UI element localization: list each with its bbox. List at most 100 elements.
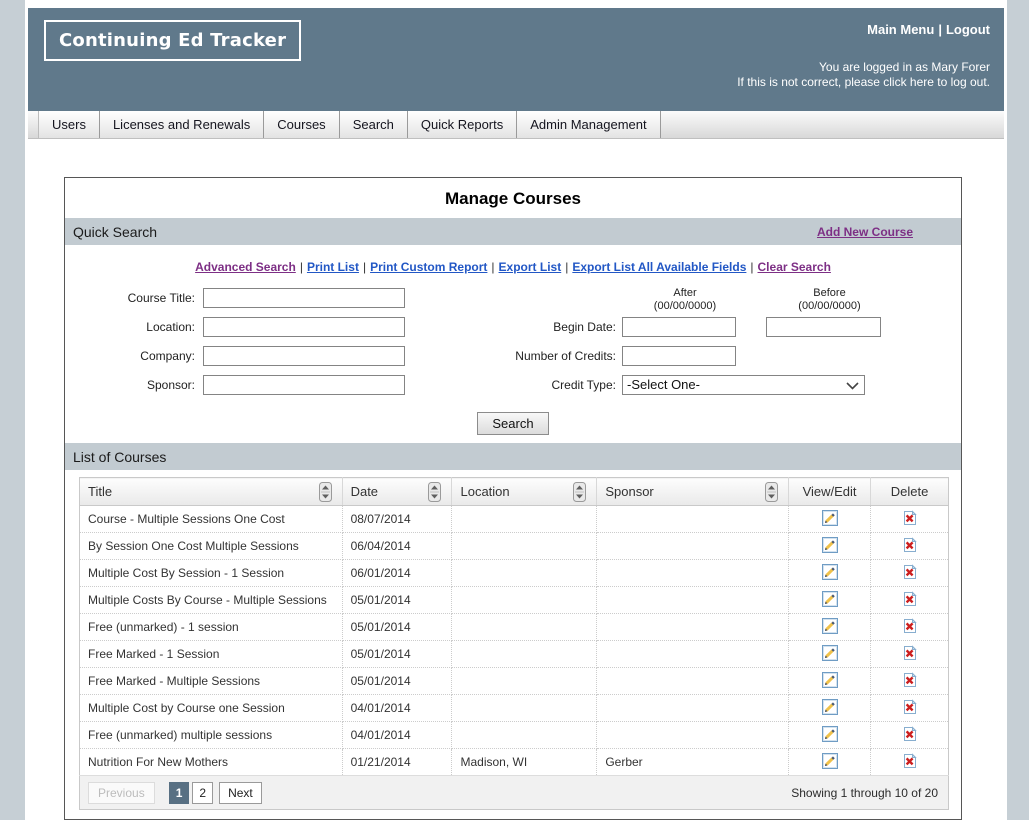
edit-icon[interactable] — [822, 537, 838, 553]
quick-search-bar: Quick Search Add New Course — [65, 218, 961, 245]
credit-type-select[interactable]: -Select One- — [622, 375, 865, 395]
course-title-label: Course Title: — [65, 291, 203, 305]
sort-icon[interactable] — [765, 482, 778, 502]
action-link-clear-search[interactable]: Clear Search — [758, 260, 831, 274]
pagination: Previous 1 2 Next — [88, 782, 262, 804]
app-header: Continuing Ed Tracker Main Menu|Logout Y… — [28, 8, 1004, 111]
delete-icon[interactable] — [902, 618, 918, 634]
action-link-print-custom-report[interactable]: Print Custom Report — [370, 260, 487, 274]
app-logo: Continuing Ed Tracker — [44, 20, 301, 61]
course-location-cell — [452, 506, 597, 533]
delete-icon[interactable] — [902, 699, 918, 715]
table-row: Nutrition For New Mothers 01/21/2014 Mad… — [80, 749, 949, 776]
edit-icon[interactable] — [822, 672, 838, 688]
edit-icon[interactable] — [822, 699, 838, 715]
course-location-cell — [452, 695, 597, 722]
credit-type-selected-value: -Select One- — [627, 377, 700, 392]
view-edit-cell — [789, 695, 871, 722]
courses-table-wrap: Title Date Location — [79, 477, 947, 810]
edit-icon[interactable] — [822, 618, 838, 634]
delete-cell — [871, 749, 949, 776]
logged-in-line2: If this is not correct, please click her… — [737, 75, 990, 90]
edit-icon[interactable] — [822, 591, 838, 607]
course-sponsor-cell — [597, 641, 789, 668]
nav-tab-search[interactable]: Search — [340, 111, 408, 138]
course-sponsor-cell — [597, 668, 789, 695]
previous-page-button[interactable]: Previous — [88, 782, 155, 804]
begin-date-after-input[interactable] — [622, 317, 736, 337]
nav-tab-users[interactable]: Users — [38, 111, 100, 138]
course-date-cell: 04/01/2014 — [342, 695, 452, 722]
delete-icon[interactable] — [902, 510, 918, 526]
delete-icon[interactable] — [902, 672, 918, 688]
edit-icon[interactable] — [822, 726, 838, 742]
edit-icon[interactable] — [822, 645, 838, 661]
delete-icon[interactable] — [902, 537, 918, 553]
course-date-cell: 01/21/2014 — [342, 749, 452, 776]
location-input[interactable] — [203, 317, 405, 337]
next-page-button[interactable]: Next — [219, 782, 262, 804]
course-title-cell: Multiple Cost By Session - 1 Session — [80, 560, 343, 587]
nav-tab-quick-reports[interactable]: Quick Reports — [408, 111, 517, 138]
search-button[interactable]: Search — [477, 412, 548, 435]
manage-courses-panel: Manage Courses Quick Search Add New Cour… — [64, 177, 962, 820]
course-date-cell: 05/01/2014 — [342, 668, 452, 695]
sponsor-label: Sponsor: — [65, 378, 203, 392]
before-date-header: Before (00/00/0000) — [772, 287, 887, 313]
begin-date-before-input[interactable] — [766, 317, 881, 337]
nav-tab-courses[interactable]: Courses — [264, 111, 339, 138]
sponsor-input[interactable] — [203, 375, 405, 395]
course-title-cell: Multiple Costs By Course - Multiple Sess… — [80, 587, 343, 614]
table-row: Free (unmarked) - 1 session 05/01/2014 — [80, 614, 949, 641]
course-title-cell: By Session One Cost Multiple Sessions — [80, 533, 343, 560]
view-edit-cell — [789, 587, 871, 614]
number-of-credits-label: Number of Credits: — [405, 349, 622, 363]
sort-icon[interactable] — [319, 482, 332, 502]
delete-icon[interactable] — [902, 564, 918, 580]
add-new-course-link[interactable]: Add New Course — [817, 225, 913, 239]
action-link-print-list[interactable]: Print List — [307, 260, 359, 274]
edit-icon[interactable] — [822, 753, 838, 769]
delete-icon[interactable] — [902, 753, 918, 769]
company-input[interactable] — [203, 346, 405, 366]
course-sponsor-cell — [597, 506, 789, 533]
nav-tab-licenses-and-renewals[interactable]: Licenses and Renewals — [100, 111, 264, 138]
main-menu-link[interactable]: Main Menu — [867, 22, 934, 37]
action-link-advanced-search[interactable]: Advanced Search — [195, 260, 296, 274]
edit-icon[interactable] — [822, 564, 838, 580]
logout-link[interactable]: Logout — [946, 22, 990, 37]
sort-icon[interactable] — [573, 482, 586, 502]
nav-tab-admin-management[interactable]: Admin Management — [517, 111, 660, 138]
course-date-cell: 05/01/2014 — [342, 587, 452, 614]
course-location-cell — [452, 560, 597, 587]
number-of-credits-input[interactable] — [622, 346, 736, 366]
link-separator: | — [296, 260, 307, 274]
table-row: Course - Multiple Sessions One Cost 08/0… — [80, 506, 949, 533]
course-sponsor-cell — [597, 560, 789, 587]
delete-icon[interactable] — [902, 645, 918, 661]
course-location-cell — [452, 641, 597, 668]
page-title: Manage Courses — [65, 178, 961, 218]
course-title-cell: Nutrition For New Mothers — [80, 749, 343, 776]
course-title-input[interactable] — [203, 288, 405, 308]
quick-search-title: Quick Search — [73, 224, 157, 240]
course-sponsor-cell — [597, 614, 789, 641]
course-location-cell — [452, 722, 597, 749]
delete-icon[interactable] — [902, 591, 918, 607]
page-1-button[interactable]: 1 — [169, 782, 190, 804]
list-of-courses-title: List of Courses — [73, 449, 166, 465]
sort-icon[interactable] — [428, 482, 441, 502]
action-link-export-list[interactable]: Export List — [499, 260, 562, 274]
click-here-link[interactable]: click here — [883, 75, 934, 89]
course-location-cell — [452, 587, 597, 614]
course-sponsor-cell — [597, 587, 789, 614]
delete-icon[interactable] — [902, 726, 918, 742]
date-range-headers: After (00/00/0000) Before (00/00/0000) — [405, 287, 887, 313]
delete-cell — [871, 533, 949, 560]
edit-icon[interactable] — [822, 510, 838, 526]
company-label: Company: — [65, 349, 203, 363]
delete-cell — [871, 614, 949, 641]
page-2-button[interactable]: 2 — [192, 782, 213, 804]
link-separator: | — [746, 260, 757, 274]
action-link-export-list-all-available-fields[interactable]: Export List All Available Fields — [572, 260, 746, 274]
